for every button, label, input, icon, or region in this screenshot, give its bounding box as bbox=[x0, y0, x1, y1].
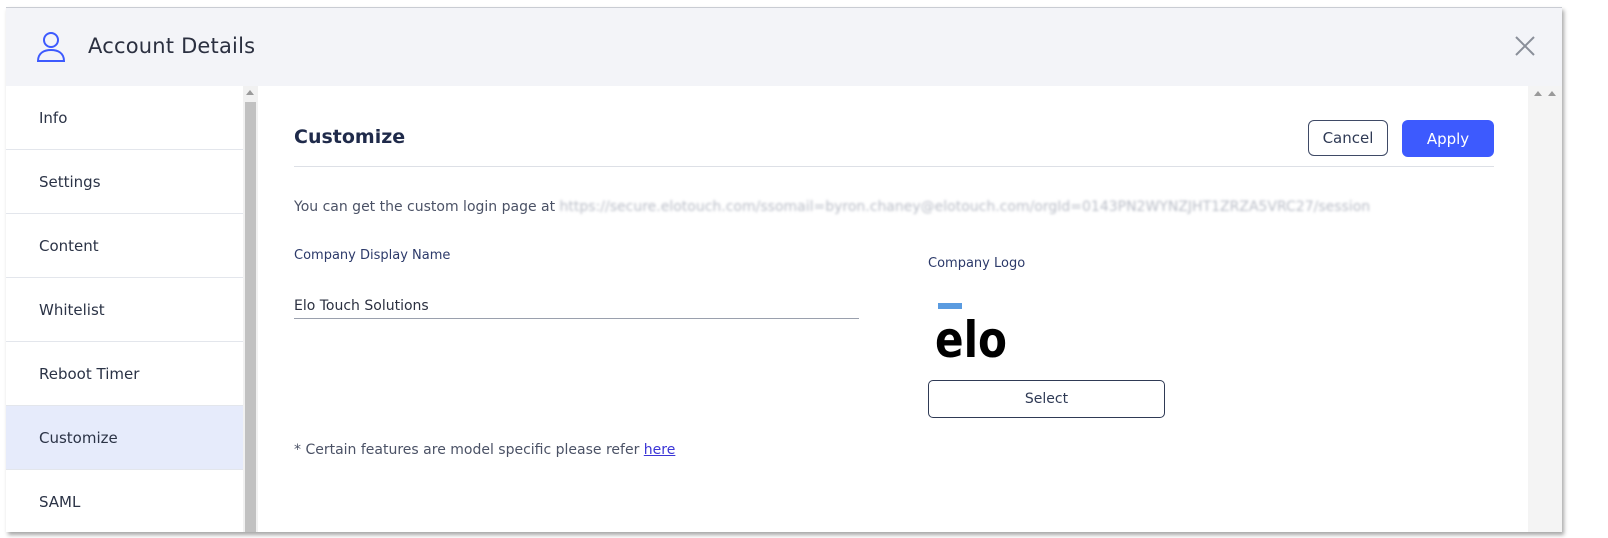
apply-button[interactable]: Apply bbox=[1402, 120, 1494, 157]
user-icon bbox=[36, 32, 66, 62]
sidebar-item-label: Content bbox=[39, 236, 99, 255]
select-logo-button[interactable]: Select bbox=[928, 380, 1165, 418]
scroll-up-icon[interactable] bbox=[1534, 91, 1542, 96]
divider bbox=[294, 166, 1494, 167]
login-page-text: You can get the custom login page at bbox=[294, 199, 556, 215]
sidebar-item-saml[interactable]: SAML bbox=[6, 470, 243, 532]
company-logo-label: Company Logo bbox=[928, 256, 1026, 271]
main-scrollbar[interactable] bbox=[1528, 86, 1562, 532]
sidebar-item-whitelist[interactable]: Whitelist bbox=[6, 278, 243, 342]
company-name-field[interactable] bbox=[294, 294, 859, 319]
cancel-button[interactable]: Cancel bbox=[1308, 120, 1388, 156]
section-title: Customize bbox=[294, 126, 406, 148]
sidebar-item-content[interactable]: Content bbox=[6, 214, 243, 278]
sidebar-item-settings[interactable]: Settings bbox=[6, 150, 243, 214]
sidebar-item-label: Customize bbox=[39, 428, 118, 447]
scroll-up-icon[interactable] bbox=[1548, 91, 1556, 96]
sidebar-item-label: Whitelist bbox=[39, 300, 105, 319]
sidebar-item-info[interactable]: Info bbox=[6, 86, 243, 150]
account-details-window: Account Details Info Settings Content Wh… bbox=[6, 7, 1562, 532]
sidebar-item-label: SAML bbox=[39, 492, 81, 511]
company-name-label: Company Display Name bbox=[294, 248, 451, 263]
customize-panel: Customize Cancel Apply You can get the c… bbox=[258, 86, 1528, 532]
scrollbar-thumb[interactable] bbox=[245, 102, 256, 532]
page-title: Account Details bbox=[88, 34, 256, 58]
sidebar-item-label: Settings bbox=[39, 172, 101, 191]
login-page-info: You can get the custom login page at htt… bbox=[294, 199, 1370, 215]
sidebar-item-customize[interactable]: Customize bbox=[6, 406, 243, 470]
footnote: * Certain features are model specific pl… bbox=[294, 442, 675, 458]
sidebar-item-label: Reboot Timer bbox=[39, 364, 140, 383]
svg-text:elo: elo bbox=[935, 311, 1007, 360]
sidebar-item-reboot-timer[interactable]: Reboot Timer bbox=[6, 342, 243, 406]
footnote-link[interactable]: here bbox=[644, 442, 676, 458]
scroll-up-icon[interactable] bbox=[246, 90, 254, 95]
company-logo-image: elo bbox=[935, 303, 1007, 360]
sidebar-item-label: Info bbox=[39, 108, 68, 127]
footnote-text: * Certain features are model specific pl… bbox=[294, 442, 640, 458]
sidebar-scrollbar[interactable] bbox=[243, 86, 258, 532]
header: Account Details bbox=[6, 8, 1562, 86]
close-icon[interactable] bbox=[1511, 32, 1539, 60]
sidebar: Info Settings Content Whitelist Reboot T… bbox=[6, 86, 243, 532]
login-page-url[interactable]: https://secure.elotouch.com/ssomail=byro… bbox=[560, 199, 1371, 215]
